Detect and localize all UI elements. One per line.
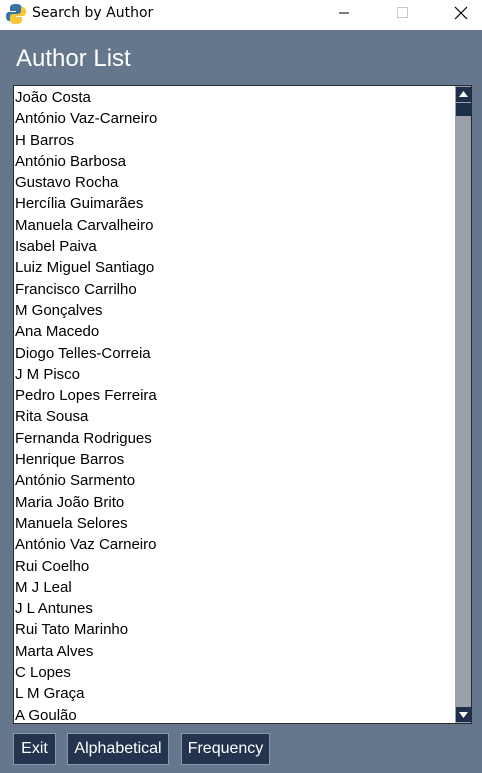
vertical-scrollbar[interactable] <box>455 86 471 723</box>
list-item[interactable]: Rita Sousa <box>15 406 453 427</box>
list-item[interactable]: M J Leal <box>15 577 453 598</box>
scroll-up-button[interactable] <box>456 87 471 102</box>
list-item[interactable]: Maria João Brito <box>15 492 453 513</box>
exit-button[interactable]: Exit <box>13 733 56 765</box>
close-button[interactable] <box>436 0 482 30</box>
list-item[interactable]: Manuela Carvalheiro <box>15 215 453 236</box>
list-item[interactable]: J L Antunes <box>15 598 453 619</box>
list-item[interactable]: Francisco Carrilho <box>15 279 453 300</box>
title-bar: Search by Author <box>0 0 482 30</box>
list-item[interactable]: António Vaz Carneiro <box>15 534 453 555</box>
frequency-button[interactable]: Frequency <box>181 733 270 765</box>
python-icon <box>6 3 26 25</box>
close-icon <box>454 6 468 20</box>
minimize-button[interactable] <box>321 0 367 30</box>
list-item[interactable]: Gustavo Rocha <box>15 172 453 193</box>
list-item[interactable]: C Lopes <box>15 662 453 683</box>
list-item[interactable]: António Vaz-Carneiro <box>15 108 453 129</box>
list-item[interactable]: Manuela Selores <box>15 513 453 534</box>
arrow-up-icon <box>459 91 468 97</box>
list-item[interactable]: A Goulão <box>15 705 453 723</box>
list-item[interactable]: António Barbosa <box>15 151 453 172</box>
maximize-button <box>379 0 425 30</box>
list-item[interactable]: Hercília Guimarães <box>15 193 453 214</box>
list-item[interactable]: Ana Macedo <box>15 321 453 342</box>
scrollbar-thumb[interactable] <box>456 103 471 116</box>
list-item[interactable]: Rui Tato Marinho <box>15 619 453 640</box>
alphabetical-button[interactable]: Alphabetical <box>67 733 169 765</box>
author-list[interactable]: João Costa António Vaz-Carneiro H Barros An… <box>15 87 453 723</box>
window-title: Search by Author <box>32 5 154 21</box>
page-title: Author List <box>16 45 131 72</box>
list-item[interactable]: Marta Alves <box>15 641 453 662</box>
list-item[interactable]: Isabel Paiva <box>15 236 453 257</box>
list-item[interactable]: António Sarmento <box>15 470 453 491</box>
author-listbox[interactable]: João Costa António Vaz-Carneiro H Barros An… <box>13 85 472 724</box>
scroll-down-button[interactable] <box>456 707 471 722</box>
list-item[interactable]: L M Graça <box>15 683 453 704</box>
list-item[interactable]: Henrique Barros <box>15 449 453 470</box>
list-item[interactable]: Luiz Miguel Santiago <box>15 257 453 278</box>
maximize-icon <box>397 7 408 18</box>
arrow-down-icon <box>459 712 468 718</box>
list-item[interactable]: Pedro Lopes Ferreira <box>15 385 453 406</box>
list-item[interactable]: Fernanda Rodrigues <box>15 428 453 449</box>
list-item[interactable]: H Barros <box>15 130 453 151</box>
list-item[interactable]: J M Pisco <box>15 364 453 385</box>
list-item[interactable]: M Gonçalves <box>15 300 453 321</box>
list-item[interactable]: João Costa <box>15 87 453 108</box>
list-item[interactable]: Rui Coelho <box>15 556 453 577</box>
list-item[interactable]: Diogo Telles-Correia <box>15 343 453 364</box>
minimize-icon <box>339 12 349 14</box>
